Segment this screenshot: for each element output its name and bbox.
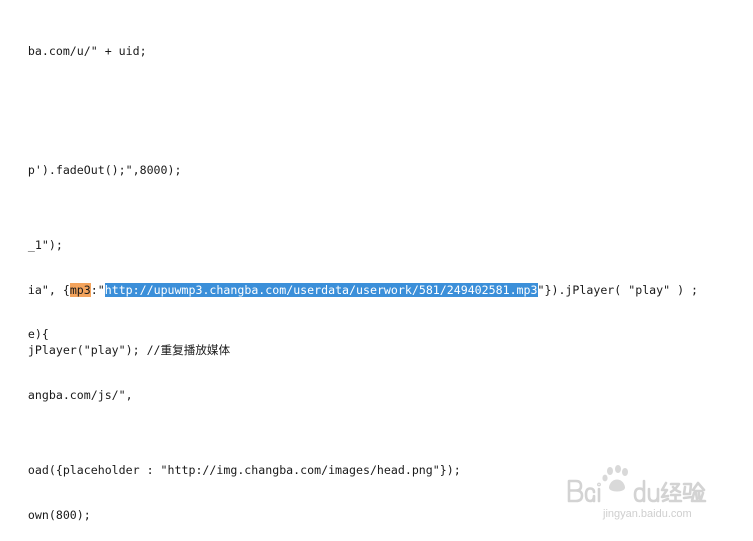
code-text: :" <box>90 283 105 297</box>
code-line-7[interactable]: angba.com/js/", <box>0 374 133 402</box>
code-text: ia", { <box>27 283 70 297</box>
code-view[interactable]: ba.com/u/" + uid; p').fadeOut();",8000);… <box>0 0 753 541</box>
code-text: "}).jPlayer( "play" ) ; <box>537 283 699 297</box>
code-text: angba.com/js/", <box>27 388 133 402</box>
code-text: p').fadeOut();",8000); <box>27 163 182 177</box>
code-text: own(800); <box>27 508 91 522</box>
code-line-6[interactable]: jPlayer("play"); //重复播放媒体 <box>0 329 230 357</box>
code-line-3[interactable]: _1"); <box>0 224 63 252</box>
code-line-9[interactable]: own(800); <box>0 494 91 522</box>
code-text: oad({placeholder : "http://img.changba.c… <box>27 463 461 477</box>
code-text: _1"); <box>27 238 63 252</box>
selected-text[interactable]: http://upuwmp3.changba.com/userdata/user… <box>104 283 538 297</box>
code-text: jPlayer("play"); //重复播放媒体 <box>27 343 231 357</box>
code-text: ba.com/u/" + uid; <box>27 44 147 58</box>
search-match-highlight: mp3 <box>69 283 91 297</box>
code-line-5[interactable]: e){ <box>0 313 49 341</box>
code-line-4[interactable]: ia", {mp3:"http://upuwmp3.changba.com/us… <box>0 269 698 297</box>
code-line-2[interactable]: p').fadeOut();",8000); <box>0 149 182 177</box>
code-line-1[interactable]: ba.com/u/" + uid; <box>0 30 147 58</box>
code-line-8[interactable]: oad({placeholder : "http://img.changba.c… <box>0 449 461 477</box>
